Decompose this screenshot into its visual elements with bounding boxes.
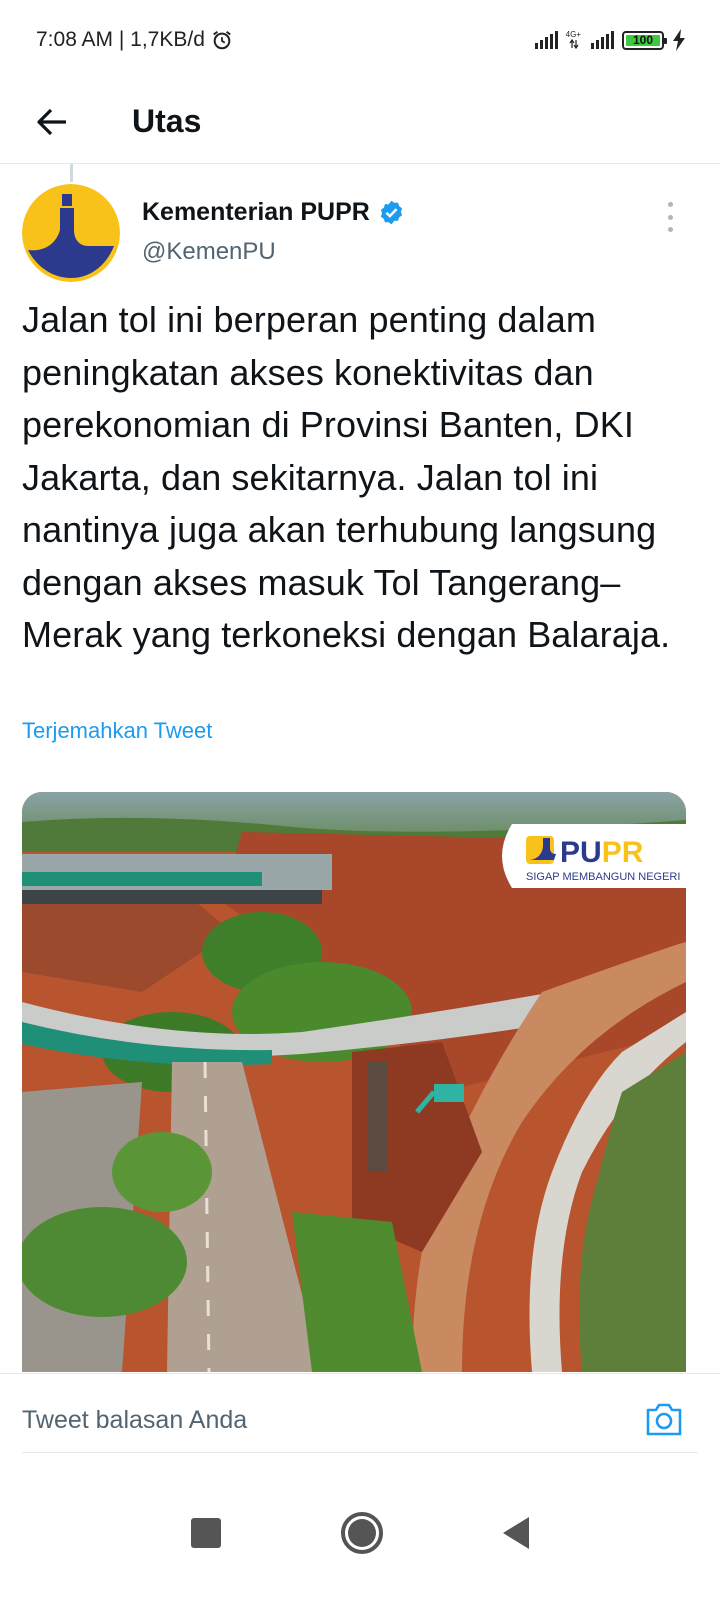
reply-divider [22, 1452, 698, 1453]
circle-icon [348, 1518, 376, 1547]
data-arrows-icon [569, 39, 579, 49]
tweet-header: Kementerian PUPR @KemenPU [0, 182, 720, 282]
signal-strength-icon-2 [591, 31, 614, 49]
author-name: Kementerian PUPR [142, 198, 370, 226]
tweet-media-image[interactable]: PUPR SIGAP MEMBANGUN NEGERI [22, 792, 686, 1372]
alarm-clock-icon [213, 30, 231, 50]
battery-icon: 100 [622, 30, 667, 50]
pupr-logo-avatar [22, 184, 120, 282]
network-type-label: 4G+ [565, 30, 581, 39]
more-vertical-icon [667, 202, 673, 207]
svg-text:SIGAP MEMBANGUN NEGERI: SIGAP MEMBANGUN NEGERI [526, 871, 680, 883]
more-options-button[interactable] [658, 202, 682, 232]
system-navigation-bar [0, 1465, 720, 1600]
tweet-text: Jalan tol ini berperan penting dalam pen… [22, 299, 671, 655]
camera-icon [646, 1403, 682, 1436]
verified-badge-icon [380, 200, 402, 225]
back-button[interactable] [22, 92, 82, 152]
author-handle[interactable]: @KemenPU [142, 238, 276, 266]
svg-text:PUPR: PUPR [560, 836, 644, 869]
aerial-construction-photo: PUPR SIGAP MEMBANGUN NEGERI [22, 792, 686, 1372]
avatar[interactable] [22, 184, 120, 282]
arrow-left-icon [37, 108, 66, 135]
recents-button[interactable] [191, 1517, 221, 1548]
status-right: 4G+ 100 [534, 29, 686, 51]
translate-tweet-link[interactable]: Terjemahkan Tweet [22, 718, 212, 744]
reply-input[interactable]: Tweet balasan Anda [22, 1392, 622, 1448]
lightning-icon [673, 29, 685, 51]
battery-level: 100 [626, 33, 660, 47]
author-name-row[interactable]: Kementerian PUPR [142, 198, 405, 227]
home-button[interactable] [341, 1511, 383, 1554]
page-title: Utas [132, 103, 202, 139]
system-back-button[interactable] [503, 1516, 529, 1549]
tweet: Kementerian PUPR @KemenPU Jalan tol ini … [0, 182, 720, 1372]
camera-button[interactable] [644, 1400, 684, 1438]
status-left: 7:08 AM | 1,7KB/d [36, 28, 233, 52]
status-bar: 7:08 AM | 1,7KB/d 4G+ 100 [0, 0, 720, 80]
status-time: 7:08 AM | 1,7KB/d [36, 28, 205, 51]
top-app-bar: Utas [0, 80, 720, 164]
reply-bar: Tweet balasan Anda [0, 1373, 720, 1465]
network-indicator: 4G+ [566, 31, 583, 49]
thread-connector-line [70, 164, 73, 182]
signal-strength-icon [534, 31, 558, 49]
